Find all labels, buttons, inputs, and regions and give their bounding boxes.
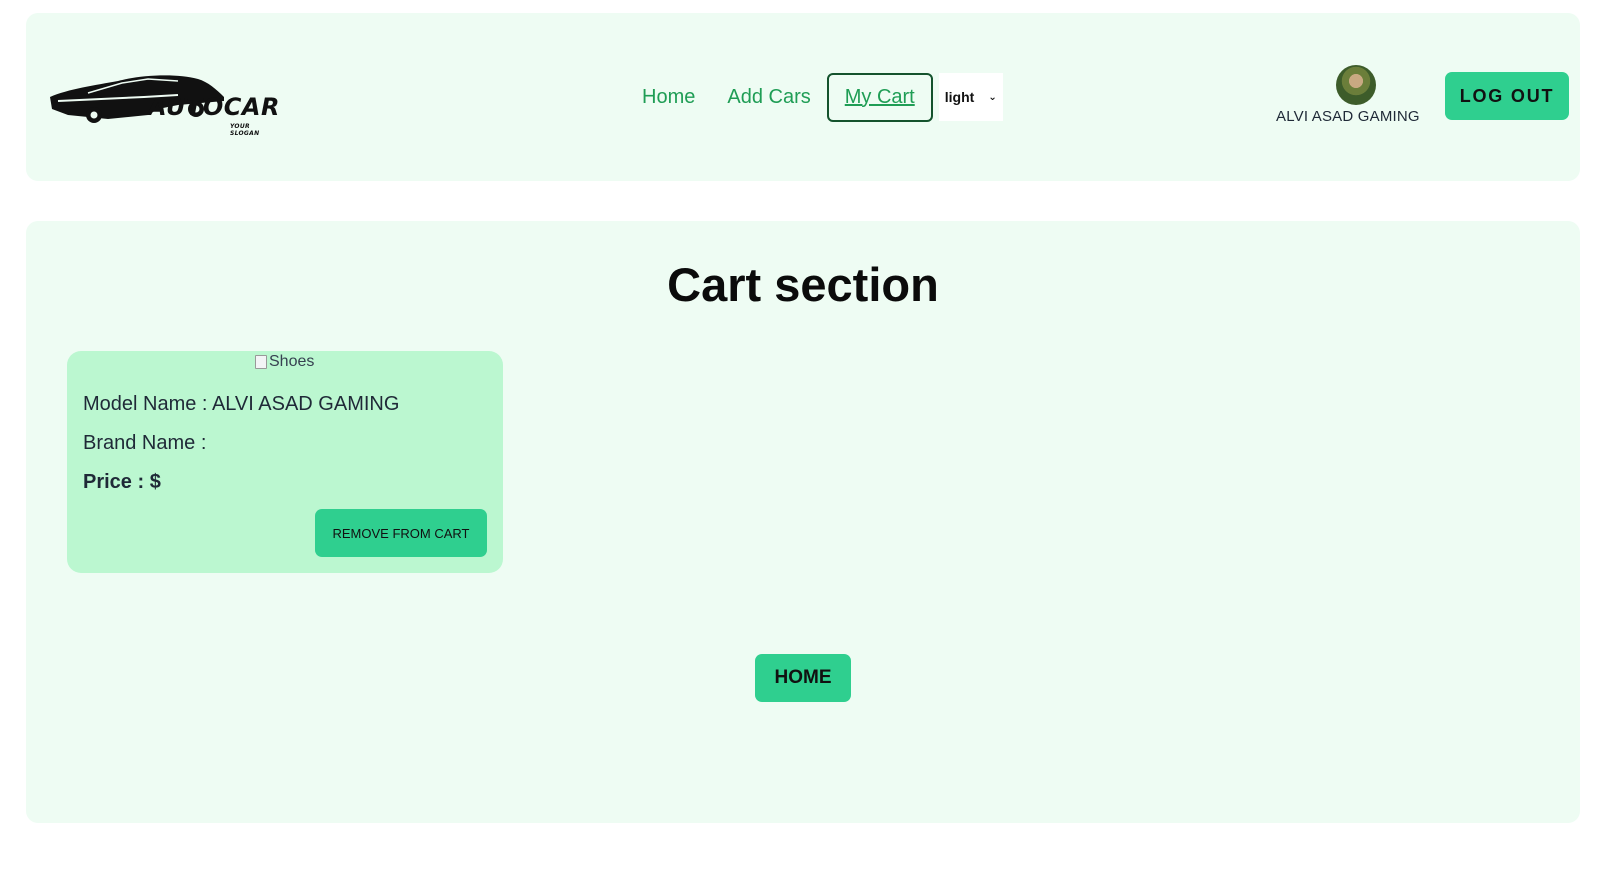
theme-select[interactable]: light ⌄ bbox=[938, 73, 1003, 121]
cart-item-model: Model Name : ALVI ASAD GAMING bbox=[83, 393, 400, 415]
cart-section: Cart section Shoes Model Name : ALVI ASA… bbox=[26, 221, 1580, 823]
cart-item-brand: Brand Name : bbox=[83, 432, 207, 454]
broken-image-icon bbox=[255, 355, 267, 369]
cart-item-image-alt: Shoes bbox=[269, 353, 315, 370]
autocar-logo[interactable]: AUTOCAR YOUR SLOGAN bbox=[48, 71, 280, 139]
cart-item-price: Price : $ bbox=[83, 471, 161, 493]
navbar: AUTOCAR YOUR SLOGAN Home Add Cars My Car… bbox=[26, 13, 1580, 181]
main-nav: Home Add Cars My Cart light ⌄ bbox=[626, 72, 1003, 122]
user-name: ALVI ASAD GAMING bbox=[1276, 108, 1420, 125]
brand-name: AUTOCAR bbox=[148, 93, 280, 121]
nav-link-home[interactable]: Home bbox=[626, 86, 711, 109]
chevron-down-icon: ⌄ bbox=[988, 91, 997, 103]
cart-item-image: Shoes bbox=[255, 353, 314, 371]
page-title: Cart section bbox=[667, 258, 939, 311]
user-avatar-icon[interactable] bbox=[1336, 65, 1376, 105]
remove-from-cart-button[interactable]: REMOVE FROM CART bbox=[315, 509, 487, 557]
home-button[interactable]: HOME bbox=[755, 654, 851, 702]
theme-select-value: light bbox=[944, 89, 975, 105]
brand-slogan: YOUR SLOGAN bbox=[230, 123, 260, 137]
logout-button[interactable]: LOG OUT bbox=[1445, 72, 1569, 120]
cart-item-card: Shoes Model Name : ALVI ASAD GAMING Bran… bbox=[67, 351, 503, 573]
nav-link-add-cars[interactable]: Add Cars bbox=[711, 86, 826, 109]
nav-link-my-cart[interactable]: My Cart bbox=[826, 72, 933, 122]
